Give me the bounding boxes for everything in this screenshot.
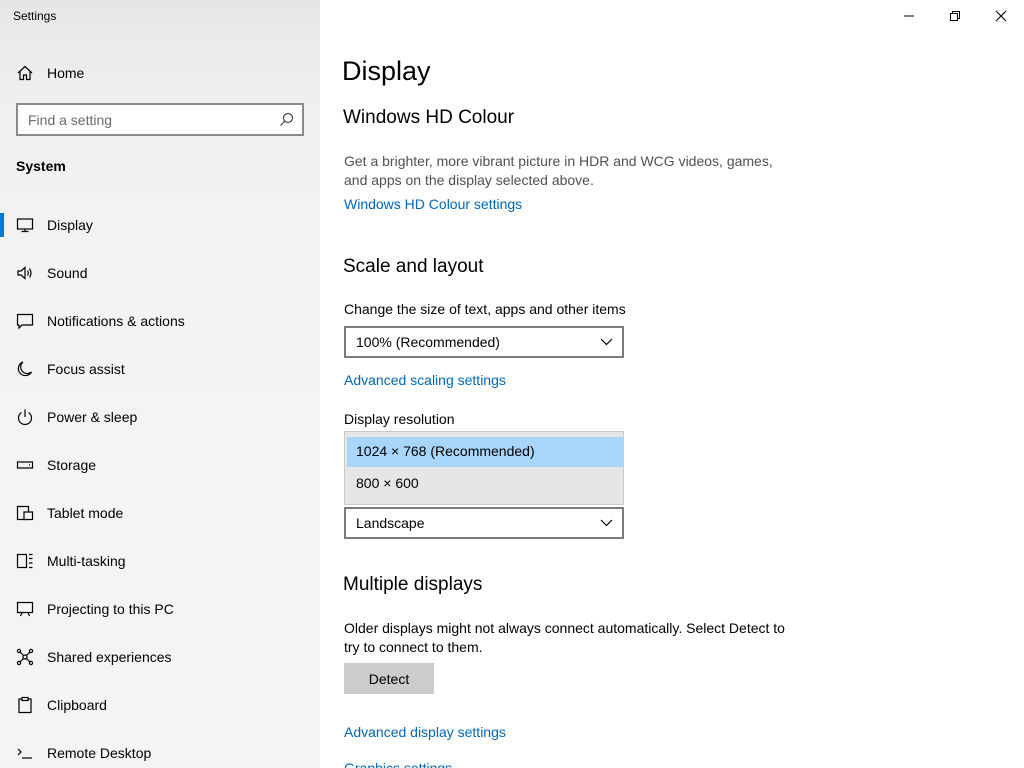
sidebar-item-label: Remote Desktop [47,745,152,761]
remote-desktop-icon [16,744,34,762]
hd-colour-description-line2: and apps on the display selected above. [344,172,594,188]
sidebar-item-notifications[interactable]: Notifications & actions [0,301,320,341]
orientation-dropdown-value: Landscape [356,515,425,531]
advanced-display-settings-link[interactable]: Advanced display settings [344,724,506,740]
tablet-icon [16,504,34,522]
home-icon [16,64,34,82]
multitasking-icon [16,552,34,570]
size-label: Change the size of text, apps and other … [344,301,626,317]
monitor-icon [16,216,34,234]
chevron-down-icon [600,338,613,346]
resolution-option[interactable]: 800 × 600 [347,469,623,499]
notification-icon [16,312,34,330]
resolution-option[interactable]: 1024 × 768 (Recommended) [347,437,623,467]
resolution-option-label: 1024 × 768 (Recommended) [356,443,535,459]
hd-colour-heading: Windows HD Colour [343,107,515,128]
sidebar-item-focus-assist[interactable]: Focus assist [0,349,320,389]
main-content: Display Windows HD Colour Get a brighter… [320,0,1024,768]
clipboard-icon [16,696,34,714]
search-icon[interactable] [279,112,294,127]
sidebar-item-label: Multi-tasking [47,553,126,569]
advanced-scaling-link[interactable]: Advanced scaling settings [344,372,506,388]
scale-dropdown-value: 100% (Recommended) [356,334,500,350]
sidebar-item-remote-desktop[interactable]: Remote Desktop [0,733,320,768]
sidebar-item-tablet-mode[interactable]: Tablet mode [0,493,320,533]
search-box[interactable] [16,103,304,136]
home-label: Home [47,65,85,81]
restore-button[interactable] [932,0,978,32]
sidebar-item-label: Tablet mode [47,505,124,521]
scale-dropdown[interactable]: 100% (Recommended) [344,326,624,358]
section-label-system: System [16,158,66,174]
detect-button[interactable]: Detect [344,663,434,694]
sidebar-item-label: Power & sleep [47,409,138,425]
chevron-down-icon [600,519,613,527]
sidebar-item-label: Clipboard [47,697,107,713]
resolution-label: Display resolution [344,411,455,427]
moon-icon [16,360,34,378]
multiple-displays-description-line1: Older displays might not always connect … [344,620,785,636]
graphics-settings-link[interactable]: Graphics settings [344,760,452,768]
sidebar-item-label: Sound [47,265,88,281]
sidebar-item-label: Display [47,217,93,233]
sidebar-item-label: Focus assist [47,361,125,377]
sidebar-item-label: Projecting to this PC [47,601,174,617]
sidebar-item-power-sleep[interactable]: Power & sleep [0,397,320,437]
sidebar-item-label: Shared experiences [47,649,172,665]
projector-icon [16,600,34,618]
sidebar-item-label: Storage [47,457,97,473]
page-title: Display [342,56,431,86]
orientation-dropdown[interactable]: Landscape [344,507,624,539]
sidebar-item-projecting[interactable]: Projecting to this PC [0,589,320,629]
hd-colour-description: Get a brighter, more vibrant picture in … [344,152,773,190]
speaker-icon [16,264,34,282]
app-title: Settings [13,9,57,23]
home-nav-item[interactable]: Home [0,56,320,90]
multiple-displays-heading: Multiple displays [343,574,483,595]
storage-icon [16,456,34,474]
sidebar-item-display[interactable]: Display [0,205,320,245]
sidebar: Settings Home System Display Sound Notif… [0,0,320,768]
sidebar-item-multitasking[interactable]: Multi-tasking [0,541,320,581]
multiple-displays-description-line2: try to connect to them. [344,639,483,655]
sidebar-item-storage[interactable]: Storage [0,445,320,485]
sidebar-item-sound[interactable]: Sound [0,253,320,293]
minimize-button[interactable] [886,0,932,32]
shared-icon [16,648,34,666]
resolution-option-label: 800 × 600 [356,475,419,491]
multiple-displays-description: Older displays might not always connect … [344,619,785,657]
scale-layout-heading: Scale and layout [343,256,484,277]
sidebar-item-shared-experiences[interactable]: Shared experiences [0,637,320,677]
resolution-listbox[interactable]: 1024 × 768 (Recommended) 800 × 600 [344,431,624,505]
search-input[interactable] [18,105,270,134]
power-icon [16,408,34,426]
sidebar-item-clipboard[interactable]: Clipboard [0,685,320,725]
close-button[interactable] [978,0,1024,32]
sidebar-item-label: Notifications & actions [47,313,185,329]
hd-colour-settings-link[interactable]: Windows HD Colour settings [344,196,522,212]
hd-colour-description-line1: Get a brighter, more vibrant picture in … [344,153,773,169]
